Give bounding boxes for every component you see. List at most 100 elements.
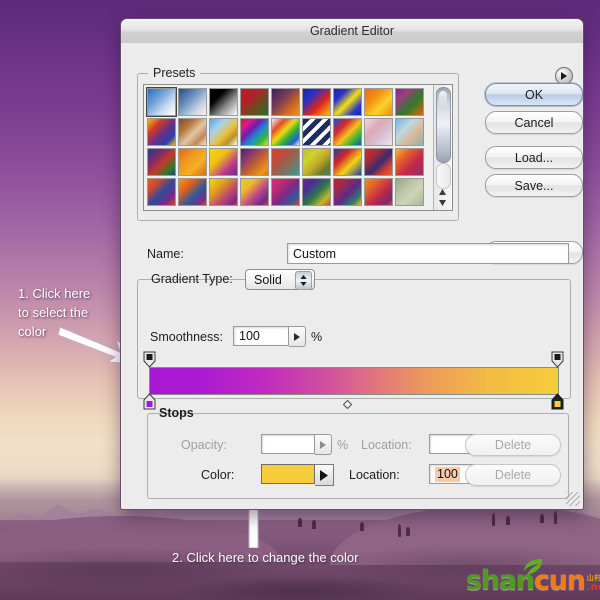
color-dropdown-button[interactable] <box>315 464 334 486</box>
smoothness-unit: % <box>311 330 323 344</box>
stops-group-label: Stops <box>159 406 194 420</box>
gradient-type-select[interactable]: Solid <box>245 269 315 290</box>
preset-swatch[interactable] <box>209 148 238 176</box>
presets-swatch-grid[interactable] <box>144 85 433 210</box>
opacity-stop-left[interactable] <box>143 351 156 368</box>
smoothness-value: 100 <box>239 329 260 343</box>
wallpaper-tree <box>312 520 316 529</box>
resize-grip[interactable] <box>566 492 580 506</box>
wallpaper-tree <box>360 522 364 531</box>
scrollbar-track[interactable] <box>436 163 451 189</box>
preset-swatch[interactable] <box>395 118 424 146</box>
desktop-screenshot: shan cun 山村 .net 1. Click here to select… <box>0 0 600 600</box>
color-swatch-button[interactable] <box>261 464 315 484</box>
preset-swatch[interactable] <box>178 178 207 206</box>
preset-swatch[interactable] <box>147 148 176 176</box>
preset-swatch[interactable] <box>364 148 393 176</box>
ok-button[interactable]: OK <box>485 83 583 106</box>
preset-swatch[interactable] <box>271 178 300 206</box>
watermark-suffix: 山村 .net <box>587 574 600 593</box>
preset-swatch[interactable] <box>395 148 424 176</box>
scroll-up-button[interactable] <box>436 187 449 198</box>
leaf-icon <box>522 558 544 581</box>
preset-swatch[interactable] <box>209 118 238 146</box>
color-location-label: Location: <box>349 468 400 482</box>
opacity-stepper[interactable] <box>315 434 332 455</box>
opacity-location-label: Location: <box>361 438 412 452</box>
preset-swatch[interactable] <box>240 118 269 146</box>
stops-group <box>147 413 569 499</box>
name-input-value: Custom <box>293 246 337 261</box>
dialog-body: Presets OK Cancel Load... Save... Name: … <box>121 43 583 509</box>
name-label: Name: <box>147 247 184 261</box>
preset-swatch[interactable] <box>240 88 269 116</box>
gradient-editor-dialog: Gradient Editor Presets OK Cancel Load..… <box>120 18 584 510</box>
scroll-down-button[interactable] <box>436 198 449 209</box>
preset-swatch[interactable] <box>302 88 331 116</box>
dialog-titlebar[interactable]: Gradient Editor <box>121 19 583 44</box>
preset-swatch[interactable] <box>178 88 207 116</box>
preset-swatch[interactable] <box>333 118 362 146</box>
preset-swatch[interactable] <box>302 148 331 176</box>
updown-arrows-icon[interactable] <box>295 271 312 290</box>
site-watermark: shan cun 山村 .net <box>466 558 600 594</box>
preset-swatch[interactable] <box>209 178 238 206</box>
preset-swatch[interactable] <box>178 148 207 176</box>
opacity-input[interactable] <box>261 434 315 454</box>
preset-swatch[interactable] <box>333 178 362 206</box>
watermark-chinese: 山村 <box>586 574 600 582</box>
delete-color-stop-button[interactable]: Delete <box>465 464 561 486</box>
preset-swatch[interactable] <box>240 148 269 176</box>
preset-swatch[interactable] <box>146 87 177 117</box>
wallpaper-tree <box>540 514 544 523</box>
annotation-step-2: 2. Click here to change the color <box>172 550 359 565</box>
gradient-preview-bar[interactable] <box>149 367 559 395</box>
preset-swatch[interactable] <box>333 88 362 116</box>
preset-swatch[interactable] <box>147 178 176 206</box>
presets-group: Presets <box>137 66 459 221</box>
smoothness-label: Smoothness: <box>150 330 223 344</box>
triangle-right-icon <box>320 440 326 449</box>
gradient-midpoint-marker[interactable] <box>342 396 353 410</box>
triangle-right-icon <box>320 469 328 481</box>
triangle-down-icon <box>439 200 446 206</box>
preset-swatch[interactable] <box>364 118 393 146</box>
presets-panel[interactable] <box>143 84 453 211</box>
preset-swatch[interactable] <box>395 178 424 206</box>
triangle-right-icon <box>561 72 567 80</box>
preset-swatch[interactable] <box>333 148 362 176</box>
color-stop-right[interactable] <box>551 393 564 410</box>
wallpaper-tree <box>298 518 302 527</box>
load-button[interactable]: Load... <box>485 146 583 169</box>
color-location-value: 100 <box>435 466 460 482</box>
dialog-title: Gradient Editor <box>309 24 395 38</box>
save-button[interactable]: Save... <box>485 174 583 197</box>
color-stop-left[interactable] <box>143 393 156 410</box>
delete-opacity-stop-button[interactable]: Delete <box>465 434 561 456</box>
cancel-button[interactable]: Cancel <box>485 111 583 134</box>
color-label: Color: <box>201 468 235 482</box>
preset-swatch[interactable] <box>271 88 300 116</box>
opacity-stop-right[interactable] <box>551 351 564 368</box>
smoothness-stepper[interactable] <box>289 326 306 347</box>
presets-scrollbar[interactable] <box>433 85 451 210</box>
triangle-right-icon <box>294 332 300 341</box>
wallpaper-tree <box>506 516 510 525</box>
preset-swatch[interactable] <box>209 88 238 116</box>
opacity-unit: % <box>337 438 349 452</box>
preset-swatch[interactable] <box>147 118 176 146</box>
name-input[interactable]: Custom <box>287 243 569 264</box>
scrollbar-thumb[interactable] <box>436 87 451 163</box>
preset-swatch[interactable] <box>271 148 300 176</box>
presets-group-label: Presets <box>148 66 201 80</box>
preset-swatch[interactable] <box>302 178 331 206</box>
gradient-type-label: Gradient Type: <box>151 272 233 286</box>
preset-swatch[interactable] <box>395 88 424 116</box>
preset-swatch[interactable] <box>271 118 300 146</box>
preset-swatch[interactable] <box>240 178 269 206</box>
preset-swatch[interactable] <box>178 118 207 146</box>
preset-swatch[interactable] <box>364 178 393 206</box>
preset-swatch[interactable] <box>364 88 393 116</box>
smoothness-input[interactable]: 100 <box>233 326 289 346</box>
preset-swatch[interactable] <box>302 118 331 146</box>
